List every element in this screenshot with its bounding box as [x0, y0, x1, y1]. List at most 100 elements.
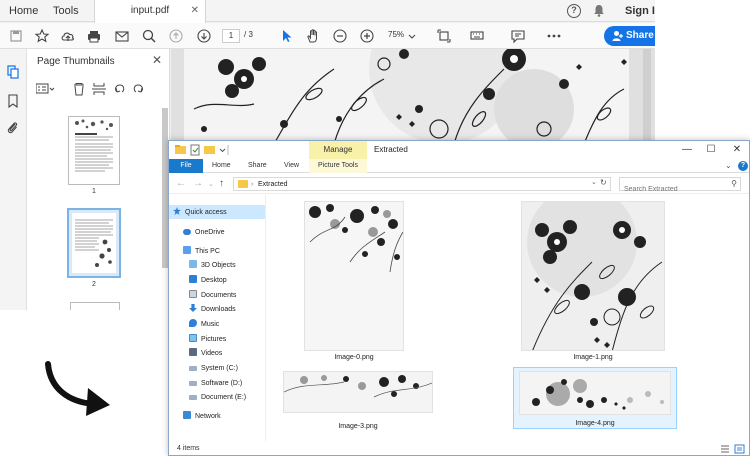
- nav-item-downloads[interactable]: Downloads: [189, 303, 236, 316]
- breadcrumb-folder[interactable]: Extracted: [258, 178, 288, 191]
- nav-item-videos[interactable]: Videos: [189, 347, 222, 360]
- close-icon[interactable]: ✕: [725, 141, 749, 159]
- nav-item-pictures[interactable]: Pictures: [189, 333, 226, 346]
- file-name[interactable]: Image-0.png: [304, 354, 404, 361]
- select-cursor-icon[interactable]: [279, 28, 295, 44]
- nav-item-documents[interactable]: Documents: [189, 289, 236, 302]
- nav-item-this-pc[interactable]: This PC: [183, 245, 220, 258]
- minimize-icon[interactable]: —: [675, 141, 699, 159]
- cube-icon: [189, 260, 197, 268]
- address-dropdown-icon[interactable]: ⌄: [591, 178, 597, 186]
- back-icon[interactable]: ←: [176, 178, 186, 189]
- thumbnail-options-icon[interactable]: [36, 83, 55, 94]
- tab-share[interactable]: Share: [248, 159, 267, 173]
- computer-icon: [183, 246, 191, 254]
- manage-context-tab[interactable]: Manage: [309, 141, 367, 159]
- nav-item-system-c[interactable]: System (C:): [189, 362, 238, 375]
- thumbnail-preview: [75, 119, 113, 172]
- save-icon[interactable]: [8, 28, 24, 44]
- nav-item-onedrive[interactable]: OneDrive: [183, 226, 225, 239]
- recent-chevron-icon[interactable]: ⌄: [208, 180, 214, 188]
- page-thumbnail-3[interactable]: [70, 302, 120, 310]
- quick-access-toolbar: [175, 144, 229, 156]
- comment-icon[interactable]: [510, 28, 526, 44]
- trash-icon[interactable]: [74, 83, 84, 96]
- bookmark-icon[interactable]: [6, 94, 20, 108]
- document-tab[interactable]: input.pdf ✕: [94, 0, 206, 23]
- page-thumbnail-1[interactable]: [68, 116, 120, 185]
- panel-close-icon[interactable]: ✕: [152, 53, 162, 67]
- close-icon[interactable]: ✕: [191, 0, 199, 22]
- bell-icon[interactable]: [593, 4, 605, 17]
- keyboard-icon[interactable]: [469, 28, 485, 44]
- new-folder-icon[interactable]: [204, 146, 215, 154]
- forward-icon[interactable]: →: [193, 178, 203, 189]
- nav-item-document-e[interactable]: Document (E:): [189, 391, 246, 404]
- nav-item-software-d[interactable]: Software (D:): [189, 377, 242, 390]
- page-thumbnail-2-selected[interactable]: [67, 208, 121, 278]
- search-input[interactable]: [620, 183, 725, 196]
- page-up-icon[interactable]: [168, 28, 184, 44]
- nav-item-quick-access[interactable]: Quick access: [173, 206, 227, 219]
- up-icon[interactable]: ↑: [219, 178, 224, 189]
- properties-icon[interactable]: [190, 144, 200, 156]
- document-scrollbar[interactable]: [643, 49, 651, 149]
- details-view-icon[interactable]: [721, 445, 729, 453]
- hand-tool-icon[interactable]: [305, 28, 321, 44]
- tab-home[interactable]: Home: [9, 0, 38, 22]
- page-number-input[interactable]: 1: [222, 29, 240, 43]
- help-icon[interactable]: ?: [738, 161, 748, 171]
- rotate-left-icon[interactable]: [115, 84, 125, 93]
- tab-view[interactable]: View: [284, 159, 299, 173]
- refresh-icon[interactable]: ↻: [600, 178, 607, 187]
- tab-picture-tools[interactable]: Picture Tools: [309, 159, 367, 173]
- nav-label: OneDrive: [195, 229, 225, 236]
- search-icon[interactable]: [141, 28, 157, 44]
- zoom-out-icon[interactable]: [332, 28, 348, 44]
- extract-pages-icon[interactable]: [92, 83, 106, 95]
- file-name[interactable]: Image-4.png: [513, 420, 677, 427]
- help-icon[interactable]: ?: [567, 4, 581, 18]
- file-thumbnail[interactable]: [283, 371, 433, 413]
- maximize-icon[interactable]: ☐: [699, 141, 723, 159]
- file-thumbnail[interactable]: [521, 201, 665, 351]
- sign-in-link[interactable]: Sign I: [625, 0, 655, 22]
- chevron-down-icon[interactable]: [408, 28, 416, 44]
- page-down-icon[interactable]: [196, 28, 212, 44]
- tab-tools[interactable]: Tools: [53, 0, 79, 22]
- mail-icon[interactable]: [114, 28, 130, 44]
- nav-label: Network: [195, 413, 221, 420]
- acrobat-tab-bar: Home Tools input.pdf ✕ ? Sign I: [0, 0, 655, 23]
- nav-item-3d-objects[interactable]: 3D Objects: [189, 259, 236, 272]
- nav-item-network[interactable]: Network: [183, 410, 221, 423]
- floral-border-art: [284, 372, 432, 412]
- cloud-upload-icon[interactable]: [60, 28, 76, 44]
- large-icons-view-icon[interactable]: [734, 444, 745, 454]
- star-icon[interactable]: [34, 28, 50, 44]
- nav-item-music[interactable]: Music: [189, 318, 219, 331]
- rotate-right-icon[interactable]: [133, 84, 143, 93]
- breadcrumb-chevron-icon: ›: [251, 181, 254, 188]
- file-thumbnail[interactable]: [304, 201, 404, 351]
- file-name[interactable]: Image-1.png: [521, 354, 665, 361]
- search-box[interactable]: ⚲: [619, 177, 741, 196]
- expand-ribbon-icon[interactable]: ⌄: [725, 159, 732, 173]
- fit-page-icon[interactable]: [436, 28, 452, 44]
- share-button[interactable]: Share: [604, 26, 655, 46]
- address-bar[interactable]: › Extracted ⌄ ↻: [233, 177, 611, 191]
- tab-file[interactable]: File: [169, 159, 203, 173]
- attachment-icon[interactable]: [6, 121, 20, 135]
- page-thumbnails-icon[interactable]: [6, 65, 20, 79]
- nav-item-desktop[interactable]: Desktop: [189, 274, 227, 287]
- print-icon[interactable]: [86, 28, 102, 44]
- curved-arrow-icon: [45, 361, 110, 416]
- customize-chevron-icon[interactable]: [219, 145, 229, 155]
- file-name[interactable]: Image-3.png: [283, 423, 433, 430]
- tab-home[interactable]: Home: [212, 159, 231, 173]
- more-options-icon[interactable]: [546, 28, 562, 44]
- share-button-label: Share: [626, 30, 654, 41]
- zoom-in-icon[interactable]: [359, 28, 375, 44]
- navigation-pane: Quick access OneDrive This PC 3D Objects…: [169, 195, 266, 441]
- zoom-level[interactable]: 75%: [388, 30, 404, 39]
- file-thumbnail[interactable]: [519, 371, 671, 415]
